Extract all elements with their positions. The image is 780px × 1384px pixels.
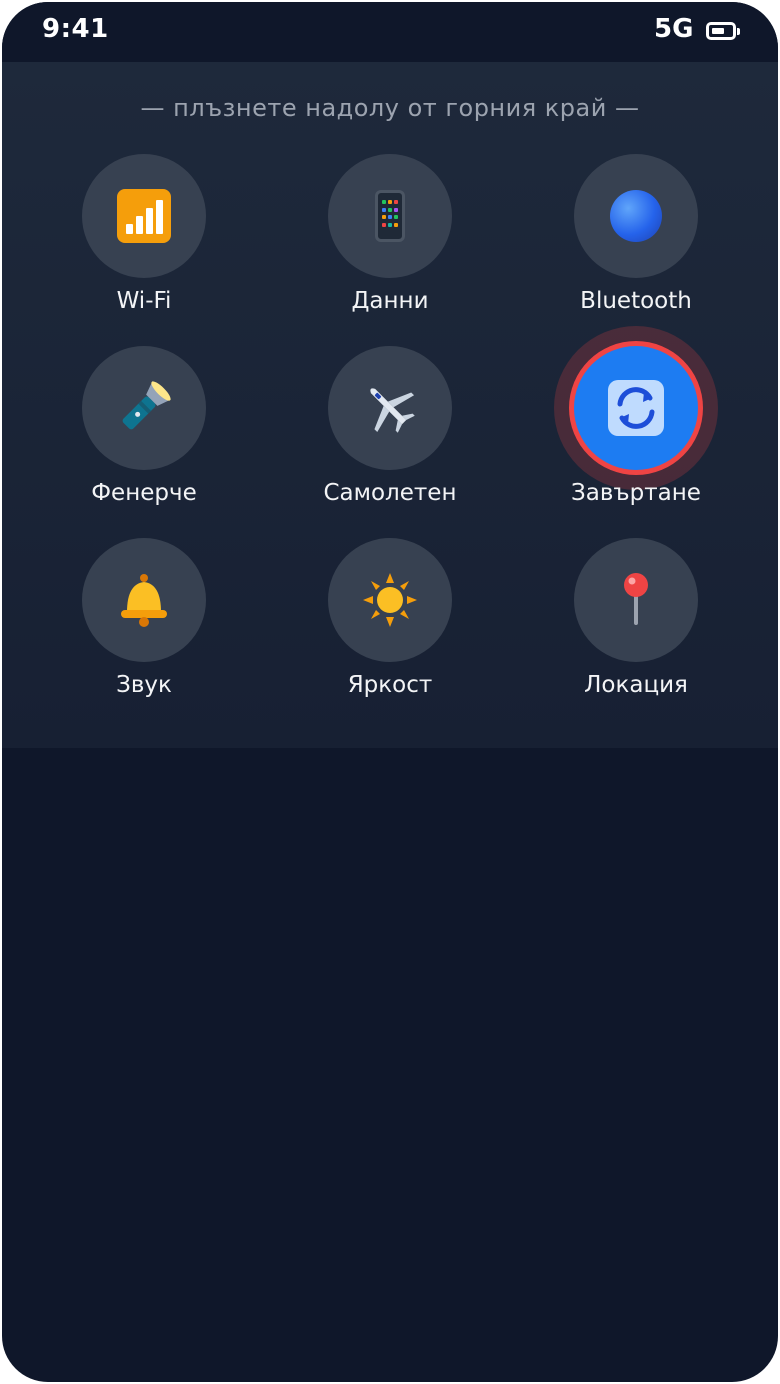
rotate-icon (608, 380, 664, 436)
tile-location[interactable]: Локация (536, 538, 736, 718)
location-pin-icon (624, 573, 648, 625)
phone-screen: 9:41 5G — плъзнете надолу от горния край… (2, 2, 778, 1382)
tile-wifi-label: Wi-Fi (116, 288, 172, 314)
tile-rotate-label: Завъртане (571, 480, 701, 506)
tile-mobile-data-label: Данни (351, 288, 429, 314)
tile-flashlight-label: Фенерче (91, 480, 197, 506)
sun-icon (363, 573, 417, 627)
tile-rotate-button[interactable] (574, 346, 698, 470)
tile-mobile-data-button[interactable] (328, 154, 452, 278)
tile-airplane[interactable]: Самолетен (290, 346, 490, 526)
tile-mobile-data[interactable]: Данни (290, 154, 490, 334)
tile-brightness[interactable]: Яркост (290, 538, 490, 718)
tile-sound[interactable]: Звук (44, 538, 244, 718)
tile-flashlight[interactable]: Фенерче (44, 346, 244, 526)
tile-sound-button[interactable] (82, 538, 206, 662)
mobile-data-icon (375, 190, 405, 242)
bell-icon (121, 574, 167, 627)
status-time: 9:41 (42, 14, 109, 44)
battery-icon (706, 22, 740, 40)
tile-wifi-button[interactable] (82, 154, 206, 278)
tile-wifi[interactable]: Wi-Fi (44, 154, 244, 334)
tile-bluetooth-button[interactable] (574, 154, 698, 278)
tile-brightness-button[interactable] (328, 538, 452, 662)
flashlight-icon (122, 381, 171, 430)
tile-brightness-label: Яркост (347, 672, 433, 698)
tile-sound-label: Звук (116, 672, 172, 698)
tile-airplane-button[interactable] (328, 346, 452, 470)
network-indicator: 5G (654, 14, 694, 44)
tile-location-button[interactable] (574, 538, 698, 662)
tile-bluetooth[interactable]: Bluetooth (536, 154, 736, 334)
status-bar: 9:41 5G (2, 2, 778, 62)
tile-rotate[interactable]: Завъртане (536, 346, 736, 526)
tile-flashlight-button[interactable] (82, 346, 206, 470)
swipe-hint: — плъзнете надолу от горния край — (140, 94, 640, 122)
bluetooth-icon (610, 190, 662, 242)
airplane-icon (370, 388, 415, 433)
tile-airplane-label: Самолетен (323, 480, 457, 506)
wifi-signal-icon (117, 189, 171, 243)
tile-location-label: Локация (584, 672, 688, 698)
quick-settings-panel: — плъзнете надолу от горния край — Wi-Fi (2, 62, 778, 748)
tile-bluetooth-label: Bluetooth (580, 288, 692, 314)
